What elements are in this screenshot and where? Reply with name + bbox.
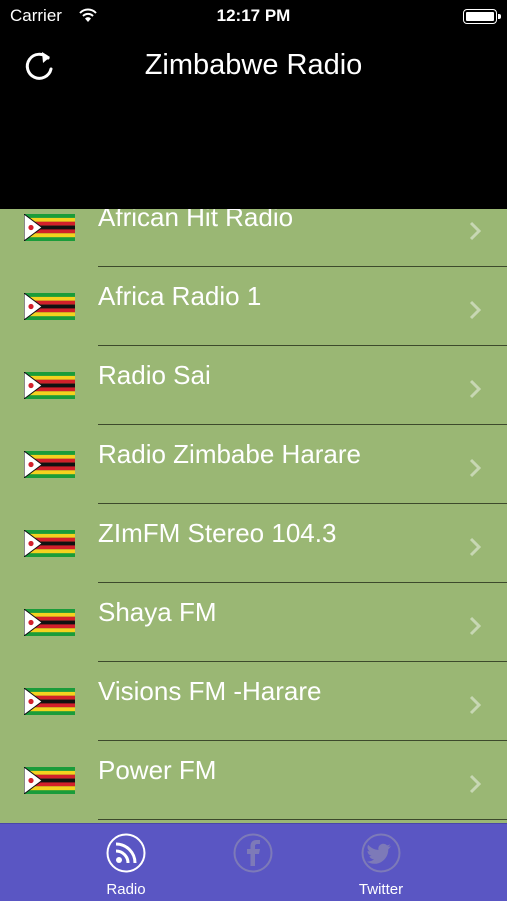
status-time: 12:17 PM (216, 6, 291, 25)
station-name: ZImFM Stereo 104.3 (98, 518, 337, 548)
tab-label: Radio (106, 881, 146, 898)
station-name: Radio Zimbabe Harare (98, 439, 362, 469)
tab-radio[interactable]: Radio (66, 824, 186, 901)
station-name: Africa Radio 1 (98, 281, 262, 311)
station-row[interactable]: Shaya FM (0, 583, 507, 662)
station-name: Radio Sai (98, 360, 211, 390)
tab-label: Twitter (358, 881, 404, 898)
page-title: Zimbabwe Radio (144, 49, 363, 81)
twitter-icon (361, 833, 401, 873)
station-row[interactable]: Radio Zimbabe Harare (0, 425, 507, 504)
chevron-right-icon (469, 221, 482, 241)
tab-bar: Radio Twitter (0, 823, 507, 901)
station-row[interactable]: Radio Sai (0, 346, 507, 425)
chevron-right-icon (469, 774, 482, 794)
station-name: Visions FM -Harare (98, 676, 322, 706)
station-row[interactable]: ZImFM Stereo 104.3 (0, 504, 507, 583)
zimbabwe-flag-icon (24, 767, 75, 794)
zimbabwe-flag-icon (24, 372, 75, 399)
station-list[interactable]: African Hit Radio Africa Radio 1 Radio S… (0, 188, 507, 820)
station-row[interactable]: Visions FM -Harare (0, 662, 507, 741)
chevron-right-icon (469, 537, 482, 557)
app-header: Carrier 12:17 PM Zimbabwe Radio (0, 0, 507, 209)
station-row[interactable]: Africa Radio 1 (0, 267, 507, 346)
chevron-right-icon (469, 695, 482, 715)
row-divider (98, 819, 507, 820)
station-row[interactable]: Power FM (0, 741, 507, 820)
battery-icon (463, 9, 501, 24)
zimbabwe-flag-icon (24, 530, 75, 557)
zimbabwe-flag-icon (24, 609, 75, 636)
zimbabwe-flag-icon (24, 214, 75, 241)
chevron-right-icon (469, 379, 482, 399)
rss-icon (106, 833, 146, 873)
station-name: Power FM (98, 755, 217, 785)
facebook-icon (233, 833, 273, 873)
zimbabwe-flag-icon (24, 688, 75, 715)
chevron-right-icon (469, 458, 482, 478)
zimbabwe-flag-icon (24, 451, 75, 478)
status-bar: Carrier 12:17 PM (0, 0, 507, 32)
tab-facebook[interactable] (193, 824, 313, 901)
zimbabwe-flag-icon (24, 293, 75, 320)
station-name: Shaya FM (98, 597, 217, 627)
chevron-right-icon (469, 300, 482, 320)
tab-twitter[interactable]: Twitter (321, 824, 441, 901)
chevron-right-icon (469, 616, 482, 636)
